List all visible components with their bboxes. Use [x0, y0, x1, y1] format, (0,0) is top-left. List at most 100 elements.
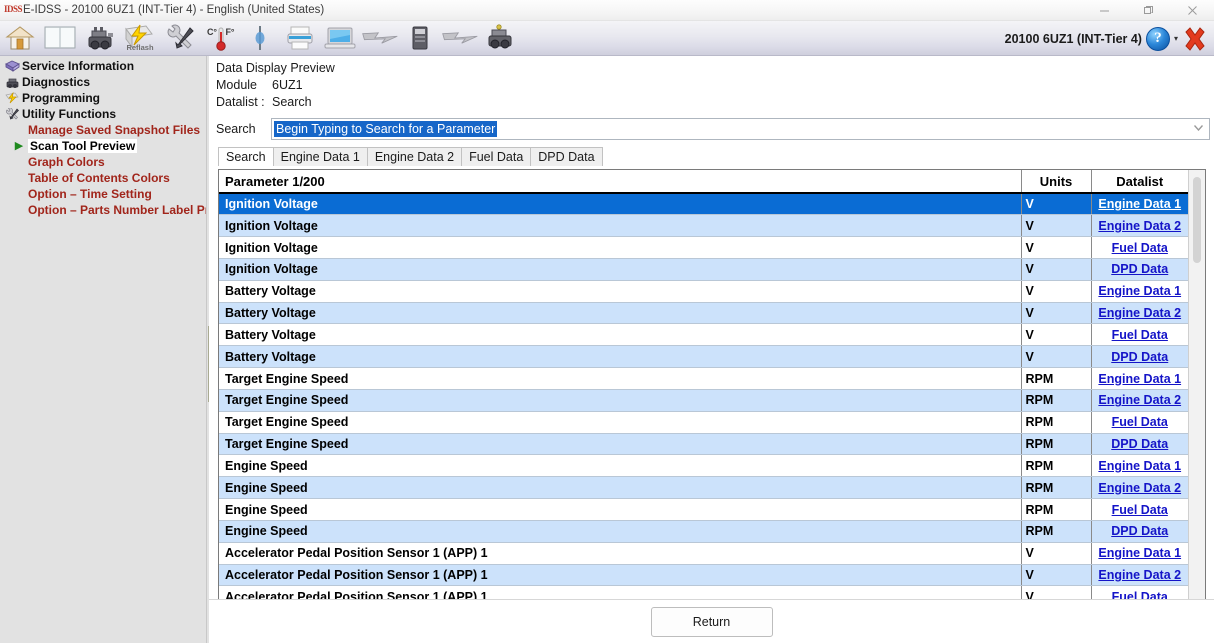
table-header-row: Parameter 1/200 Units Datalist [219, 170, 1188, 193]
cell-datalist: Engine Data 2 [1091, 302, 1188, 324]
engine-icon[interactable] [81, 22, 119, 55]
content-header: Data Display Preview Module 6UZ1 Datalis… [209, 56, 1214, 109]
table-row[interactable]: Engine SpeedRPMFuel Data [219, 499, 1188, 521]
table-row[interactable]: Engine SpeedRPMEngine Data 2 [219, 477, 1188, 499]
book-icon[interactable] [41, 22, 79, 55]
datalist-link[interactable]: DPD Data [1111, 437, 1168, 451]
play-arrow-icon: ▶ [12, 141, 26, 152]
tab-engine-data-1[interactable]: Engine Data 1 [273, 147, 368, 166]
datalist-link[interactable]: Engine Data 2 [1098, 393, 1181, 407]
datalist-link[interactable]: Engine Data 1 [1098, 459, 1181, 473]
search-input-value: Begin Typing to Search for a Parameter [274, 121, 497, 137]
close-x-icon[interactable] [1182, 26, 1208, 52]
table-row[interactable]: Ignition VoltageVDPD Data [219, 258, 1188, 280]
table-vertical-scrollbar[interactable] [1188, 170, 1205, 643]
reflash-icon[interactable]: Reflash [121, 22, 159, 55]
cell-parameter: Target Engine Speed [219, 411, 1021, 433]
datalist-link[interactable]: Fuel Data [1112, 328, 1168, 342]
datalist-link[interactable]: Fuel Data [1112, 503, 1168, 517]
chevron-down-icon[interactable]: ▾ [1174, 35, 1178, 43]
module-row: Module 6UZ1 [216, 78, 1214, 92]
datalist-link[interactable]: Engine Data 1 [1098, 372, 1181, 386]
datalist-link[interactable]: Fuel Data [1112, 415, 1168, 429]
cell-units: V [1021, 564, 1091, 586]
table-row[interactable]: Target Engine SpeedRPMEngine Data 2 [219, 389, 1188, 411]
tab-search[interactable]: Search [218, 147, 274, 166]
home-icon[interactable] [1, 22, 39, 55]
thermometer-icon[interactable]: C° F° [201, 22, 239, 55]
table-row[interactable]: Ignition VoltageVEngine Data 2 [219, 215, 1188, 237]
sidebar-item-option-parts-number-label[interactable]: Option – Parts Number Label Pr [0, 202, 206, 218]
table-body: Ignition VoltageVEngine Data 1Ignition V… [219, 193, 1188, 643]
cell-units: V [1021, 302, 1091, 324]
page-title: Data Display Preview [216, 61, 1214, 75]
datalist-link[interactable]: Engine Data 1 [1098, 197, 1181, 211]
cell-units: RPM [1021, 411, 1091, 433]
sidebar-item-scan-tool-preview[interactable]: ▶ Scan Tool Preview [0, 138, 206, 154]
help-icon[interactable]: ? [1146, 27, 1170, 51]
table-row[interactable]: Battery VoltageVDPD Data [219, 346, 1188, 368]
column-header-parameter[interactable]: Parameter 1/200 [219, 170, 1021, 193]
lightning-icon[interactable] [361, 22, 399, 55]
table-row[interactable]: Ignition VoltageVFuel Data [219, 237, 1188, 259]
cell-parameter: Engine Speed [219, 477, 1021, 499]
datalist-link[interactable]: DPD Data [1111, 524, 1168, 538]
table-row[interactable]: Target Engine SpeedRPMEngine Data 1 [219, 368, 1188, 390]
sidebar-item-service-information[interactable]: Service Information [0, 58, 206, 74]
title-bar: IDSS E-IDSS - 20100 6UZ1 (INT-Tier 4) - … [0, 0, 1214, 21]
table-row[interactable]: Target Engine SpeedRPM Fuel Data [219, 411, 1188, 433]
close-icon[interactable] [1170, 0, 1214, 21]
table-row[interactable]: Accelerator Pedal Position Sensor 1 (APP… [219, 564, 1188, 586]
main-toolbar: Reflash C° F° [0, 21, 1214, 56]
sidebar-item-graph-colors[interactable]: Graph Colors [0, 154, 206, 170]
datalist-link[interactable]: Engine Data 2 [1098, 481, 1181, 495]
datalist-row: Datalist : Search [216, 95, 1214, 109]
sidebar-item-manage-saved-snapshot-files[interactable]: Manage Saved Snapshot Files [0, 122, 206, 138]
table-row[interactable]: Battery VoltageVEngine Data 2 [219, 302, 1188, 324]
column-header-units[interactable]: Units [1021, 170, 1091, 193]
table-row[interactable]: Battery VoltageVEngine Data 1 [219, 280, 1188, 302]
table-row[interactable]: Battery VoltageVFuel Data [219, 324, 1188, 346]
sidebar-subitem-label: Graph Colors [28, 155, 105, 169]
search-input[interactable]: Begin Typing to Search for a Parameter [271, 118, 1210, 140]
return-button[interactable]: Return [651, 607, 773, 637]
minimize-icon[interactable] [1082, 0, 1126, 21]
cell-datalist: Engine Data 1 [1091, 193, 1188, 215]
module-identifier-label: 20100 6UZ1 (INT-Tier 4) [1005, 32, 1142, 46]
datalist-link[interactable]: Engine Data 2 [1098, 306, 1181, 320]
sidebar-item-utility-functions[interactable]: Utility Functions [0, 106, 206, 122]
maximize-icon[interactable] [1126, 0, 1170, 21]
datalist-link[interactable]: Engine Data 1 [1098, 546, 1181, 560]
engine-2-icon[interactable] [481, 22, 519, 55]
datalist-link[interactable]: Engine Data 2 [1098, 568, 1181, 582]
table-row[interactable]: Ignition VoltageVEngine Data 1 [219, 193, 1188, 215]
tab-engine-data-2[interactable]: Engine Data 2 [367, 147, 462, 166]
sidebar-item-option-time-setting[interactable]: Option – Time Setting [0, 186, 206, 202]
scrollbar-thumb[interactable] [1193, 177, 1201, 263]
tab-fuel-data[interactable]: Fuel Data [461, 147, 531, 166]
content-panel: Data Display Preview Module 6UZ1 Datalis… [209, 56, 1214, 643]
column-header-datalist[interactable]: Datalist [1091, 170, 1188, 193]
handheld-device-icon[interactable] [401, 22, 439, 55]
table-row[interactable]: Accelerator Pedal Position Sensor 1 (APP… [219, 542, 1188, 564]
sidebar-item-table-of-contents-colors[interactable]: Table of Contents Colors [0, 170, 206, 186]
datalist-link[interactable]: Fuel Data [1112, 241, 1168, 255]
table-row[interactable]: Engine SpeedRPMEngine Data 1 [219, 455, 1188, 477]
datalist-link[interactable]: Engine Data 1 [1098, 284, 1181, 298]
table-row[interactable]: Target Engine SpeedRPMDPD Data [219, 433, 1188, 455]
lightning-2-icon[interactable] [441, 22, 479, 55]
printer-icon[interactable] [281, 22, 319, 55]
laptop-icon[interactable] [321, 22, 359, 55]
cell-units: V [1021, 258, 1091, 280]
chevron-down-icon[interactable] [1194, 124, 1203, 133]
datalist-link[interactable]: DPD Data [1111, 350, 1168, 364]
datalist-link[interactable]: DPD Data [1111, 262, 1168, 276]
sidebar-item-diagnostics[interactable]: Diagnostics [0, 74, 206, 90]
tab-dpd-data[interactable]: DPD Data [530, 147, 602, 166]
datalist-link[interactable]: Engine Data 2 [1098, 219, 1181, 233]
tools-icon[interactable] [161, 22, 199, 55]
cell-units: V [1021, 280, 1091, 302]
sidebar-item-label: Service Information [22, 59, 134, 73]
sidebar-item-programming[interactable]: Programming [0, 90, 206, 106]
table-row[interactable]: Engine SpeedRPMDPD Data [219, 520, 1188, 542]
